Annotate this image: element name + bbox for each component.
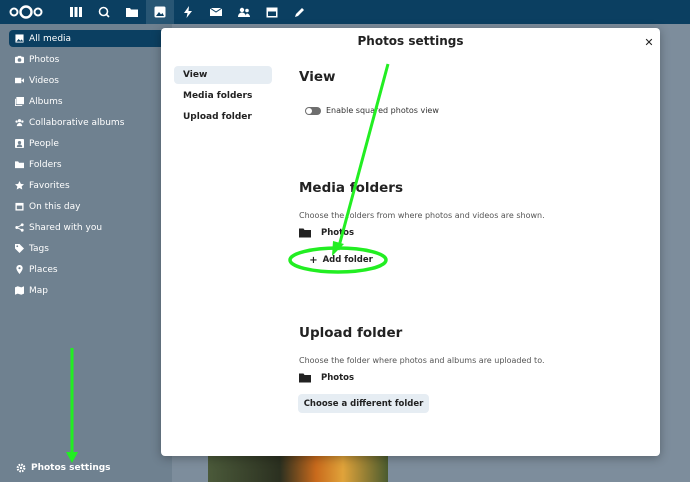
- map-icon: [14, 286, 24, 296]
- sidebar-item-label: Tags: [29, 243, 49, 254]
- people-icon: [14, 139, 24, 149]
- folder-icon: [14, 160, 24, 170]
- squared-view-label: Enable squared photos view: [326, 106, 439, 115]
- sidebar-item-albums[interactable]: Albums: [9, 93, 165, 110]
- upload-folder-desc: Choose the folder where photos and album…: [299, 356, 545, 365]
- group-icon: [14, 118, 24, 128]
- sidebar-item-places[interactable]: Places: [9, 261, 165, 278]
- folder-icon: [299, 228, 311, 238]
- media-folders-title: Media folders: [299, 180, 403, 196]
- sidebar-item-shared-with-you[interactable]: Shared with you: [9, 219, 165, 236]
- files-icon[interactable]: [118, 0, 146, 24]
- sidebar-item-collaborative-albums[interactable]: Collaborative albums: [9, 114, 165, 131]
- sidebar-item-videos[interactable]: Videos: [9, 72, 165, 89]
- sidebar-item-label: Shared with you: [29, 222, 103, 233]
- sidebar-item-tags[interactable]: Tags: [9, 240, 165, 257]
- media-folder-item: Photos: [299, 228, 354, 238]
- photos-settings-label: Photos settings: [31, 463, 111, 473]
- dashboard-icon[interactable]: [62, 0, 90, 24]
- share-icon: [14, 223, 24, 233]
- photo-thumbnail[interactable]: [208, 456, 388, 482]
- star-icon: [14, 181, 24, 191]
- sidebar-item-on-this-day[interactable]: On this day: [9, 198, 165, 215]
- sidebar: All media Photos Videos Albums Collabora…: [0, 24, 172, 482]
- sidebar-item-label: Favorites: [29, 180, 70, 191]
- camera-icon: [14, 55, 24, 65]
- folder-icon: [299, 373, 311, 383]
- tab-upload-folder[interactable]: Upload folder: [174, 108, 272, 126]
- plus-icon: +: [309, 254, 318, 266]
- sidebar-item-map[interactable]: Map: [9, 282, 165, 299]
- image-icon: [14, 34, 24, 44]
- tag-icon: [14, 244, 24, 254]
- mail-icon[interactable]: [202, 0, 230, 24]
- add-folder-button[interactable]: + Add folder: [299, 252, 383, 268]
- tab-view[interactable]: View: [174, 66, 272, 84]
- sidebar-item-label: All media: [29, 33, 72, 44]
- sidebar-item-label: Places: [29, 264, 58, 275]
- sidebar-item-label: Videos: [29, 75, 59, 86]
- gear-icon: [16, 463, 26, 473]
- app-menu: [62, 0, 314, 24]
- search-icon[interactable]: [90, 0, 118, 24]
- squared-view-toggle-row[interactable]: Enable squared photos view: [305, 106, 439, 115]
- close-button[interactable]: ✕: [641, 34, 657, 50]
- add-folder-label: Add folder: [322, 255, 373, 265]
- sidebar-item-photos[interactable]: Photos: [9, 51, 165, 68]
- notes-icon[interactable]: [286, 0, 314, 24]
- video-icon: [14, 76, 24, 86]
- sidebar-item-all-media[interactable]: All media: [9, 30, 165, 47]
- sidebar-item-label: People: [29, 138, 59, 149]
- settings-modal: Photos settings ✕ View Media folders Upl…: [161, 28, 660, 456]
- photos-icon[interactable]: [146, 0, 174, 24]
- photos-settings-link[interactable]: Photos settings: [16, 463, 111, 473]
- calendar-icon: [14, 202, 24, 212]
- upload-folder-title: Upload folder: [299, 325, 403, 341]
- squared-view-toggle[interactable]: [305, 106, 321, 115]
- map-pin-icon: [14, 265, 24, 275]
- sidebar-item-label: Map: [29, 285, 48, 296]
- tab-media-folders[interactable]: Media folders: [174, 87, 272, 105]
- calendar-icon[interactable]: [258, 0, 286, 24]
- sidebar-item-label: Albums: [29, 96, 63, 107]
- media-folders-desc: Choose the folders from where photos and…: [299, 211, 545, 220]
- sidebar-item-favorites[interactable]: Favorites: [9, 177, 165, 194]
- view-section-title: View: [299, 69, 336, 85]
- nextcloud-logo[interactable]: [8, 4, 44, 20]
- sidebar-item-label: Collaborative albums: [29, 117, 125, 128]
- album-icon: [14, 97, 24, 107]
- sidebar-item-label: On this day: [29, 201, 81, 212]
- choose-different-folder-button[interactable]: Choose a different folder: [298, 394, 429, 413]
- media-folder-name: Photos: [321, 228, 355, 238]
- top-header: [0, 0, 690, 24]
- modal-title: Photos settings: [357, 34, 464, 48]
- upload-folder-name: Photos: [321, 373, 355, 383]
- sidebar-item-folders[interactable]: Folders: [9, 156, 165, 173]
- sidebar-item-label: Folders: [29, 159, 62, 170]
- sidebar-item-people[interactable]: People: [9, 135, 165, 152]
- sidebar-item-label: Photos: [29, 54, 60, 65]
- contacts-icon[interactable]: [230, 0, 258, 24]
- upload-folder-item: Photos: [299, 373, 354, 383]
- activity-icon[interactable]: [174, 0, 202, 24]
